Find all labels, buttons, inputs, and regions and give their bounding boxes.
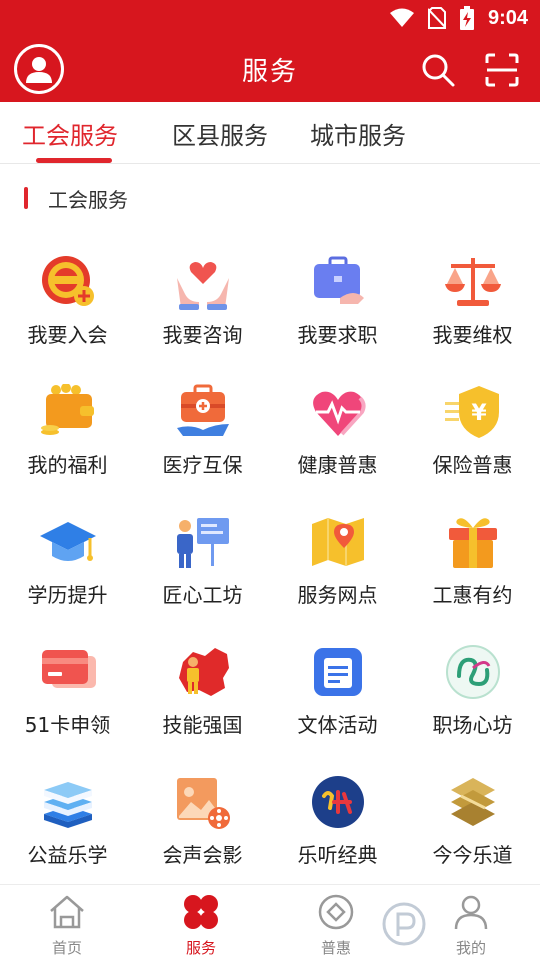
service-label: 今今乐道 xyxy=(432,843,513,867)
gold-logo-icon xyxy=(451,778,495,826)
section-title: 工会服务 xyxy=(48,187,128,212)
service-label: 我要入会 xyxy=(27,323,108,347)
active-tab-indicator xyxy=(36,158,112,163)
service-jinjin-ledao[interactable]: 今今乐道 xyxy=(405,756,540,886)
books-stack-icon xyxy=(44,782,92,828)
section-header: 工会服务 xyxy=(24,184,128,212)
diamond-circle-icon xyxy=(318,894,354,930)
watermark-logo xyxy=(380,890,540,954)
service-label: 保险普惠 xyxy=(432,453,513,477)
page-title: 服务 xyxy=(241,56,298,87)
service-label: 匠心工坊 xyxy=(162,583,243,607)
clover-icon xyxy=(184,895,218,929)
nav-home[interactable]: 首页 xyxy=(17,891,117,957)
svg-text:¥: ¥ xyxy=(471,401,487,426)
nav-label: 首页 xyxy=(51,939,82,957)
presenter-board-icon xyxy=(177,518,229,568)
search-button[interactable] xyxy=(420,52,456,88)
no-sim-icon xyxy=(427,7,446,29)
service-label: 职场心坊 xyxy=(432,713,513,737)
service-label: 健康普惠 xyxy=(297,453,378,477)
watermark-p-icon xyxy=(382,902,426,946)
china-map-worker-icon xyxy=(179,648,229,696)
service-label: 我要求职 xyxy=(297,323,378,347)
heart-hands-icon xyxy=(177,262,229,310)
service-consult[interactable]: 我要咨询 xyxy=(135,236,270,366)
battery-charging-icon xyxy=(459,6,474,30)
avatar-button[interactable] xyxy=(14,44,64,94)
service-craft-workshop[interactable]: 匠心工坊 xyxy=(135,496,270,626)
service-label: 技能强国 xyxy=(162,713,243,737)
service-join-union[interactable]: 我要入会 xyxy=(0,236,135,366)
service-health-benefits[interactable]: 健康普惠 xyxy=(270,366,405,496)
card-icon xyxy=(42,650,96,688)
scan-button[interactable] xyxy=(484,52,520,88)
mind-logo-icon xyxy=(446,645,500,699)
section-accent-bar xyxy=(24,187,28,209)
service-label: 我要咨询 xyxy=(162,323,243,347)
gift-box-icon xyxy=(449,518,497,568)
service-welfare[interactable]: 我的福利 xyxy=(0,366,135,496)
nav-services[interactable]: 服务 xyxy=(151,891,251,957)
scales-icon xyxy=(445,258,501,306)
service-51-card[interactable]: 51卡申领 xyxy=(0,626,135,756)
graduation-cap-icon xyxy=(40,522,96,561)
scan-icon xyxy=(485,53,519,87)
service-label: 我要维权 xyxy=(432,323,513,347)
service-outlets[interactable]: 服务网点 xyxy=(270,496,405,626)
tab-district-services[interactable]: 区县服务 xyxy=(172,116,268,151)
service-public-learning[interactable]: 公益乐学 xyxy=(0,756,135,886)
service-audio-video[interactable]: 会声会影 xyxy=(135,756,270,886)
service-label: 公益乐学 xyxy=(27,843,108,867)
photo-film-icon xyxy=(177,778,230,829)
briefcase-icon xyxy=(314,256,364,304)
tab-city-services[interactable]: 城市服务 xyxy=(310,116,406,151)
wifi-icon xyxy=(389,8,414,28)
service-label: 服务网点 xyxy=(297,583,378,607)
shield-yen-icon: ¥ xyxy=(445,386,499,438)
nav-label: 服务 xyxy=(185,939,216,957)
heartbeat-icon xyxy=(313,391,366,436)
service-label: 工惠有约 xyxy=(432,583,513,607)
home-icon xyxy=(50,895,84,929)
union-emblem-icon xyxy=(42,256,94,306)
service-medical-insurance[interactable]: 医疗互保 xyxy=(135,366,270,496)
service-label: 学历提升 xyxy=(27,583,108,607)
nav-label: 普惠 xyxy=(320,939,351,957)
wallet-coins-icon xyxy=(41,384,94,435)
listen-badge-icon xyxy=(312,776,364,828)
nav-benefits[interactable]: 普惠 xyxy=(286,891,386,957)
service-job-search[interactable]: 我要求职 xyxy=(270,236,405,366)
service-label: 医疗互保 xyxy=(162,453,243,477)
service-education[interactable]: 学历提升 xyxy=(0,496,135,626)
service-insurance-benefits[interactable]: ¥ 保险普惠 xyxy=(405,366,540,496)
service-rights-protection[interactable]: 我要维权 xyxy=(405,236,540,366)
status-time: 9:04 xyxy=(487,6,528,29)
service-workplace-mind[interactable]: 职场心坊 xyxy=(405,626,540,756)
tab-union-services[interactable]: 工会服务 xyxy=(22,116,118,151)
user-avatar-icon xyxy=(26,57,52,83)
service-label: 文体活动 xyxy=(297,713,378,737)
service-label: 会声会影 xyxy=(162,843,243,867)
tab-bar: 工会服务 区县服务 城市服务 xyxy=(0,102,540,164)
service-sports-culture[interactable]: 文体活动 xyxy=(270,626,405,756)
search-icon xyxy=(422,54,455,87)
app-header: 服务 xyxy=(0,36,540,102)
status-bar: 9:04 xyxy=(0,0,540,36)
calendar-list-icon xyxy=(314,648,362,696)
map-pin-icon xyxy=(312,518,364,566)
service-union-offers[interactable]: 工惠有约 xyxy=(405,496,540,626)
service-classic-listening[interactable]: 乐听经典 xyxy=(270,756,405,886)
service-label: 乐听经典 xyxy=(297,843,378,867)
service-skills-power[interactable]: 技能强国 xyxy=(135,626,270,756)
service-label: 51卡申领 xyxy=(24,713,111,737)
medical-kit-icon xyxy=(177,384,229,436)
service-label: 我的福利 xyxy=(27,453,108,477)
